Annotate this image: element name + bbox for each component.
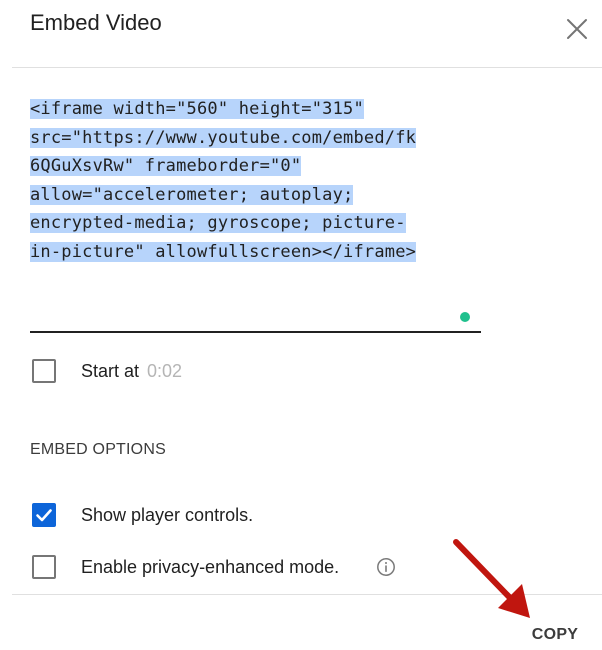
start-at-time-input[interactable]: 0:02 [147, 361, 182, 381]
embed-code-line: src="https://www.youtube.com/embed/fk [30, 127, 417, 148]
embed-code-textarea[interactable]: <iframe width="560" height="315" src="ht… [30, 95, 485, 266]
embed-options-title: EMBED OPTIONS [30, 441, 166, 458]
embed-code-line: <iframe width="560" height="315" [30, 99, 364, 119]
dialog-title: Embed Video [30, 10, 162, 35]
close-button[interactable] [560, 12, 594, 46]
header-divider [12, 67, 602, 68]
start-at-label: Start at 0:02 [81, 359, 182, 383]
dialog-header: Embed Video [0, 0, 602, 68]
embed-code-line: in-picture" allowfullscreen></iframe> [30, 241, 417, 262]
footer-divider [12, 594, 602, 595]
show-player-controls-checkbox[interactable] [32, 503, 56, 527]
privacy-enhanced-checkbox[interactable] [32, 555, 56, 579]
copy-button[interactable]: COPY [520, 620, 590, 650]
start-at-checkbox[interactable] [32, 359, 56, 383]
status-dot [460, 312, 470, 322]
code-underline [30, 331, 481, 333]
privacy-enhanced-label: Enable privacy-enhanced mode. [81, 557, 340, 577]
embed-code-line: allow="accelerometer; autoplay; [30, 184, 354, 205]
embed-code-line: encrypted-media; gyroscope; picture- [30, 213, 406, 233]
info-icon[interactable] [376, 557, 396, 577]
checkmark-icon [36, 509, 52, 522]
close-icon [567, 19, 587, 39]
embed-code-line: 6QGuXsvRw" frameborder="0" [30, 156, 302, 176]
start-at-text: Start at [81, 361, 140, 381]
show-player-controls-label: Show player controls. [81, 505, 254, 525]
